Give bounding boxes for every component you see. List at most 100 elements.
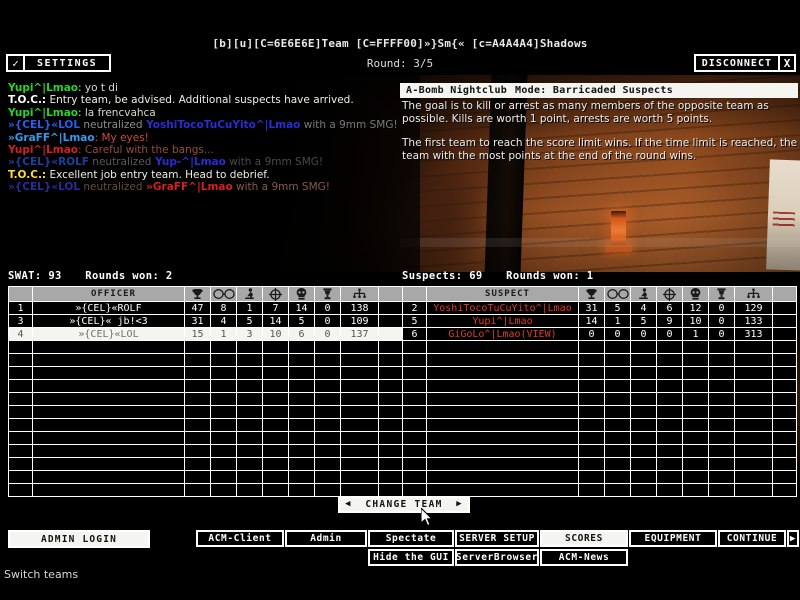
cell-empty — [184, 470, 211, 484]
table-row-empty[interactable] — [402, 379, 797, 393]
cell-empty — [236, 483, 263, 497]
kneeling-icon[interactable] — [236, 286, 263, 302]
cell-arrested: 4 — [630, 301, 657, 315]
bomb-icon[interactable] — [708, 286, 735, 302]
kneeling-icon[interactable] — [630, 286, 657, 302]
network-icon[interactable] — [340, 286, 379, 302]
cell-empty — [378, 366, 403, 380]
cell-empty — [210, 457, 237, 471]
suspects-name-column-header[interactable]: SUSPECT — [426, 286, 579, 302]
button-acm-client[interactable]: ACM-Client — [196, 530, 284, 547]
settings-button[interactable]: ✓ SETTINGS — [6, 54, 112, 72]
table-row-empty[interactable] — [402, 353, 797, 367]
bomb-icon[interactable] — [314, 286, 341, 302]
table-row-empty[interactable] — [402, 444, 797, 458]
cell-empty — [8, 457, 33, 471]
handcuffs-icon[interactable] — [604, 286, 631, 302]
cell-deaths: 10 — [682, 314, 709, 328]
cell-empty — [32, 405, 185, 419]
trophy-icon[interactable] — [184, 286, 211, 302]
cell-empty — [340, 405, 379, 419]
table-row-empty[interactable] — [402, 366, 797, 380]
table-row[interactable]: 1 »{CEL}«ROLF 47 8 1 7 14 0 138 — [8, 301, 403, 315]
table-row-empty[interactable] — [402, 470, 797, 484]
briefing-paragraph-1: The goal is to kill or arrest as many me… — [402, 100, 769, 125]
table-row-empty[interactable] — [402, 457, 797, 471]
chat-author: T.O.C.: — [8, 168, 47, 181]
button-scores[interactable]: SCORES — [540, 530, 628, 547]
button-hide-the-gui[interactable]: Hide the GUI — [368, 549, 454, 566]
button-admin[interactable]: Admin — [285, 530, 367, 547]
cell-empty — [184, 340, 211, 354]
table-row-empty[interactable] — [8, 483, 403, 497]
chat-author: Yupi^|Lmao — [8, 82, 78, 94]
chat-line: »{CEL}«LOL neutralized YoshiTocoTuCuYito… — [8, 119, 398, 131]
table-row-empty[interactable] — [402, 392, 797, 406]
chat-log: Yupi^|Lmao: yo t di T.O.C.: Entry team, b… — [8, 82, 398, 194]
table-row-empty[interactable] — [8, 405, 403, 419]
table-row-empty[interactable] — [402, 405, 797, 419]
cell-score: 31 — [184, 314, 211, 328]
cell-empty — [378, 418, 403, 432]
table-row-empty[interactable] — [8, 353, 403, 367]
table-row-empty[interactable] — [8, 457, 403, 471]
cell-empty — [184, 392, 211, 406]
table-row-empty[interactable] — [402, 431, 797, 445]
table-row[interactable]: 2 YoshiTocoTuCuYito^|Lmao 31 5 4 6 12 0 129 — [402, 301, 797, 315]
crosshair-icon[interactable] — [262, 286, 289, 302]
button-acm-news[interactable]: ACM-News — [540, 549, 628, 566]
checkmark-icon: ✓ — [8, 56, 25, 70]
chevron-right-icon[interactable]: ▶ — [456, 500, 463, 509]
cell-empty — [314, 340, 341, 354]
cell-kills: 7 — [262, 301, 289, 315]
cell-empty — [604, 353, 631, 367]
admin-login-button[interactable]: ADMIN LOGIN — [8, 530, 150, 548]
table-row-empty[interactable] — [402, 340, 797, 354]
cell-name: Yupi^|Lmao — [426, 314, 579, 328]
table-row[interactable]: 3 »{CEL}« jb!<3 31 4 5 14 5 0 109 — [8, 314, 403, 328]
cell-empty — [210, 366, 237, 380]
cell-empty — [426, 353, 579, 367]
cell-empty — [578, 353, 605, 367]
page-title: [b][u][C=6E6E6E]Team [C=FFFF00]»}Sm{« [c… — [212, 37, 588, 50]
table-row-empty[interactable] — [8, 444, 403, 458]
table-row[interactable]: 4 »{CEL}«LOL 15 1 3 10 6 0 137 — [8, 327, 403, 341]
button-serverbrowser[interactable]: ServerBrowser — [455, 549, 539, 566]
cell-empty — [772, 418, 797, 432]
chevron-left-icon[interactable]: ◀ — [345, 500, 352, 509]
table-row-empty[interactable] — [8, 392, 403, 406]
button-spectate[interactable]: Spectate — [368, 530, 454, 547]
skull-icon[interactable] — [288, 286, 315, 302]
disconnect-button[interactable]: DISCONNECT X — [693, 54, 796, 72]
suspects-table[interactable]: SUSPECT 2 YoshiTocoTuCuYito^|Lmao 31 5 4 6 12 0… — [402, 286, 797, 497]
table-row-empty[interactable] — [8, 418, 403, 432]
swat-name-column-header[interactable]: OFFICER — [32, 286, 185, 302]
cell-empty — [604, 340, 631, 354]
button-equipment[interactable]: EQUIPMENT — [629, 530, 717, 547]
chat-author: »{CEL}«LOL — [8, 119, 81, 132]
table-row-empty[interactable] — [8, 431, 403, 445]
network-icon[interactable] — [734, 286, 773, 302]
table-row[interactable]: 6 GiGoLo^|Lmao(VIEW) 0 0 0 0 1 0 313 — [402, 327, 797, 341]
table-row-empty[interactable] — [8, 366, 403, 380]
trophy-icon[interactable] — [578, 286, 605, 302]
cell-empty — [378, 392, 403, 406]
table-row-empty[interactable] — [8, 340, 403, 354]
cell-empty — [708, 444, 735, 458]
table-row[interactable]: 5 Yupi^|Lmao 14 1 5 9 10 0 133 — [402, 314, 797, 328]
button-continue[interactable]: CONTINUE — [718, 530, 786, 547]
handcuffs-icon[interactable] — [210, 286, 237, 302]
table-row-empty[interactable] — [402, 483, 797, 497]
skull-icon[interactable] — [682, 286, 709, 302]
crosshair-icon[interactable] — [656, 286, 683, 302]
change-team-button[interactable]: ◀ CHANGE TEAM ▶ — [338, 496, 470, 513]
cell-empty — [262, 470, 289, 484]
swat-table[interactable]: OFFICER 1 »{CEL}«ROLF 47 8 1 7 14 0 138 3 »{CEL}« … — [8, 286, 403, 497]
table-row-empty[interactable] — [8, 379, 403, 393]
button-server-setup[interactable]: SERVER SETUP — [455, 530, 539, 547]
suspects-table-body[interactable]: 2 YoshiTocoTuCuYito^|Lmao 31 5 4 6 12 0 129 5 Yupi… — [402, 301, 797, 497]
table-row-empty[interactable] — [402, 418, 797, 432]
chevron-right-icon[interactable]: ▶ — [787, 530, 799, 547]
swat-table-body[interactable]: 1 »{CEL}«ROLF 47 8 1 7 14 0 138 3 »{CEL}« jb!<3 31 4… — [8, 301, 403, 497]
table-row-empty[interactable] — [8, 470, 403, 484]
